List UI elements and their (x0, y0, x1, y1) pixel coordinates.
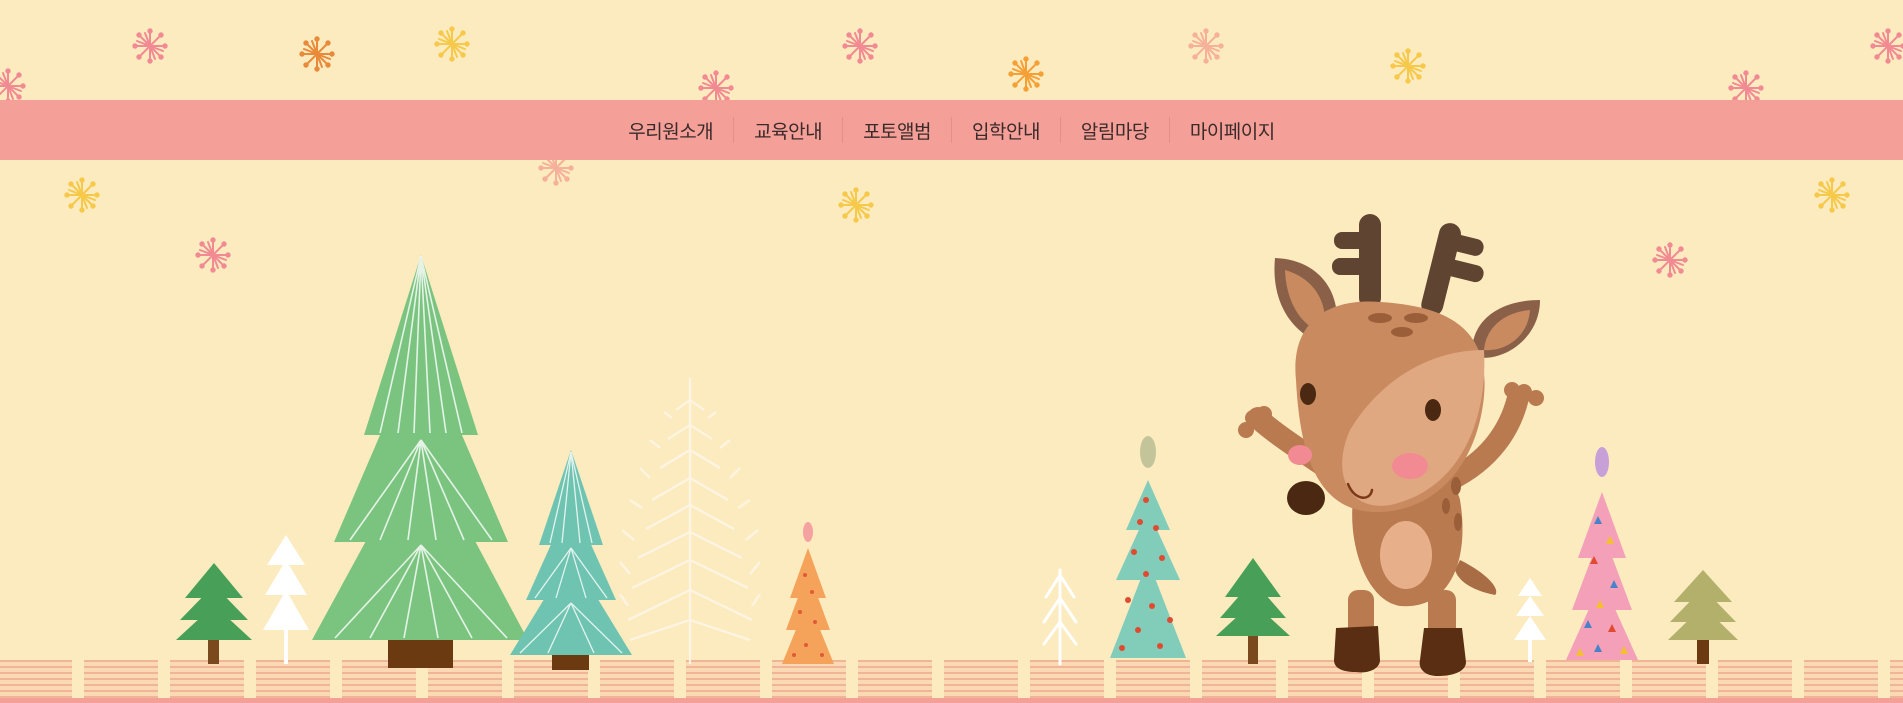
snowflake-icon (0, 67, 27, 105)
nav-item-notice[interactable]: 알림마당 (1061, 117, 1169, 144)
pine-tree-icon (1668, 570, 1738, 664)
nav-item-admission[interactable]: 입학안내 (952, 117, 1060, 144)
pine-tree-icon (1566, 447, 1638, 660)
snowflake-icon (298, 35, 336, 73)
snowflake-icon (1007, 55, 1045, 93)
nav-item-education[interactable]: 교육안내 (734, 117, 842, 144)
nav-list: 우리원소개 교육안내 포토앨범 입학안내 알림마당 마이페이지 (608, 117, 1295, 144)
snowflake-icon (131, 27, 169, 65)
pine-tree-icon (176, 563, 252, 664)
snowflake-icon (1187, 27, 1225, 65)
pine-tree-icon (1042, 568, 1078, 666)
snowflake-icon (1389, 47, 1427, 85)
snowflake-icon (841, 27, 879, 65)
pine-tree-icon (510, 450, 632, 670)
snowflake-icon (837, 186, 875, 224)
pine-tree-icon (1514, 578, 1546, 662)
snowflake-icon (433, 25, 471, 63)
pine-tree-icon (312, 255, 528, 668)
snowflake-icon (194, 236, 232, 274)
main-nav: 우리원소개 교육안내 포토앨범 입학안내 알림마당 마이페이지 (0, 100, 1903, 160)
snowflake-icon (1651, 241, 1689, 279)
pine-tree-icon (782, 522, 834, 664)
deer-illustration (1238, 214, 1544, 676)
nav-item-about[interactable]: 우리원소개 (608, 117, 733, 144)
snowflake-icon (63, 176, 101, 214)
lacy-tree-icon (619, 378, 761, 664)
pine-tree-icon (1110, 436, 1186, 658)
ground-strip (0, 660, 1903, 698)
pine-tree-icon (263, 535, 309, 664)
hero-banner: 우리원소개 교육안내 포토앨범 입학안내 알림마당 마이페이지 (0, 0, 1903, 703)
nav-item-photo-album[interactable]: 포토앨범 (843, 117, 951, 144)
snowflake-icon (1813, 176, 1851, 214)
snowflake-icon (1869, 27, 1903, 65)
nav-item-mypage[interactable]: 마이페이지 (1170, 117, 1295, 144)
pine-tree-icon (1216, 558, 1290, 664)
